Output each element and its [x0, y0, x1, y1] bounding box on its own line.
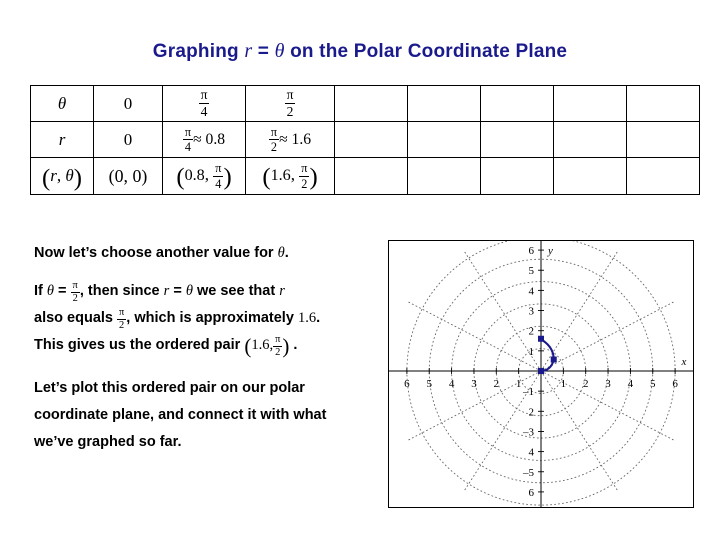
cell-pair-0-8-pi-4: (0.8, π 4 ) — [162, 157, 246, 195]
theta-symbol: θ — [46, 283, 55, 299]
title-text-after: on the Polar Coordinate Plane — [284, 41, 568, 62]
cell-pair-empty-2 — [407, 157, 481, 195]
paragraph-choose-value: Now let’s choose another value for θ. — [34, 245, 289, 261]
svg-text:5: 5 — [529, 265, 535, 277]
svg-text:–1: –1 — [522, 386, 534, 398]
cell-theta-pi-over-4: π 4 — [162, 85, 246, 122]
cell-pair-1-6-pi-2: (1.6, π 2 ) — [245, 157, 335, 195]
svg-text:2: 2 — [529, 406, 535, 418]
svg-text:2: 2 — [583, 378, 589, 390]
svg-text:4: 4 — [628, 378, 634, 390]
cell-theta-0: 0 — [93, 85, 163, 122]
cell-pair-empty-3 — [480, 157, 554, 195]
fraction-pi-over-2: π 2 — [117, 306, 127, 332]
fraction-pi-over-2: π 2 — [70, 279, 80, 305]
table-row-r: r 0 π 4 ≈ 0.8 π 2 ≈ 1.6 — [30, 121, 700, 158]
title-equals: = — [252, 41, 275, 62]
r-symbol: r — [279, 283, 285, 299]
cell-pair-empty-4 — [553, 157, 627, 195]
cell-r-pi-over-2: π 2 ≈ 1.6 — [245, 121, 335, 158]
cell-r-empty-3 — [480, 121, 554, 158]
page-title: Graphing r = θ on the Polar Coordinate P… — [0, 40, 720, 63]
svg-text:1: 1 — [529, 346, 535, 358]
svg-text:y: y — [547, 245, 553, 257]
svg-text:3: 3 — [605, 378, 611, 390]
svg-text:2: 2 — [494, 378, 500, 390]
table-row-theta: θ 0 π 4 π 2 — [30, 85, 700, 122]
data-point-marker — [550, 356, 557, 363]
polar-coordinate-plane: 6 5 4 3 2 1 1 2 3 4 5 6 6 5 4 3 2 1 –1 2 –3 4 –5 6 x y — [388, 240, 694, 508]
cell-r-empty-5 — [626, 121, 700, 158]
cell-pair-empty-1 — [334, 157, 408, 195]
svg-text:1: 1 — [516, 378, 522, 390]
svg-text:2: 2 — [529, 326, 535, 338]
paragraph-plot-instruction: Let’s plot this ordered pair on our pola… — [34, 380, 327, 450]
row-label-theta: θ — [30, 85, 94, 122]
theta-symbol: θ — [185, 283, 193, 299]
row-label-r: r — [30, 121, 94, 158]
cell-theta-empty-5 — [626, 85, 700, 122]
svg-text:4: 4 — [529, 285, 535, 297]
svg-text:–3: –3 — [522, 426, 535, 438]
cell-theta-empty-4 — [553, 85, 627, 122]
svg-text:4: 4 — [449, 378, 455, 390]
cell-r-0: 0 — [93, 121, 163, 158]
svg-text:3: 3 — [529, 306, 535, 318]
row-label-ordered-pair: (r, θ) — [30, 157, 94, 195]
paragraph-derivation: If θ = π 2 , then since r = θ we see tha… — [34, 279, 321, 359]
svg-text:3: 3 — [471, 378, 477, 390]
pair-radius: 1.6 — [251, 337, 270, 353]
polar-plot-svg: 6 5 4 3 2 1 1 2 3 4 5 6654321–12–34–56xy — [389, 241, 693, 507]
svg-text:4: 4 — [529, 447, 535, 459]
cell-r-empty-2 — [407, 121, 481, 158]
svg-text:6: 6 — [672, 378, 678, 390]
table-row-ordered-pair: (r, θ) (0, 0) (0.8, π 4 ) (1.6, π 2 ) — [30, 157, 700, 195]
cell-r-pi-over-4: π 4 ≈ 0.8 — [162, 121, 246, 158]
approx-value: 1.6 — [297, 310, 317, 326]
cell-pair-origin: (0, 0) — [93, 157, 163, 195]
theta-symbol: θ — [277, 245, 285, 261]
data-point-marker — [538, 368, 544, 374]
cell-r-empty-4 — [553, 121, 627, 158]
title-text-before: Graphing — [152, 41, 245, 62]
svg-text:6: 6 — [529, 245, 535, 257]
title-var-theta: θ — [274, 40, 285, 62]
theta-r-table: θ 0 π 4 π 2 r 0 π 4 ≈ 0.8 π 2 ≈ 1.6 (r, … — [30, 85, 700, 195]
svg-text:x: x — [681, 356, 687, 368]
cell-theta-pi-over-2: π 2 — [245, 85, 335, 122]
cell-r-empty-1 — [334, 121, 408, 158]
cell-pair-empty-5 — [626, 157, 700, 195]
cell-theta-empty-3 — [480, 85, 554, 122]
cell-theta-empty-1 — [334, 85, 408, 122]
svg-text:6: 6 — [529, 487, 535, 499]
svg-text:1: 1 — [561, 378, 567, 390]
svg-text:5: 5 — [650, 378, 656, 390]
data-point-marker — [538, 335, 544, 342]
fraction-pi-over-2: π 2 — [273, 333, 283, 359]
svg-text:–5: –5 — [522, 467, 535, 479]
svg-text:6: 6 — [404, 378, 410, 390]
svg-text:5: 5 — [426, 378, 432, 390]
cell-theta-empty-2 — [407, 85, 481, 122]
